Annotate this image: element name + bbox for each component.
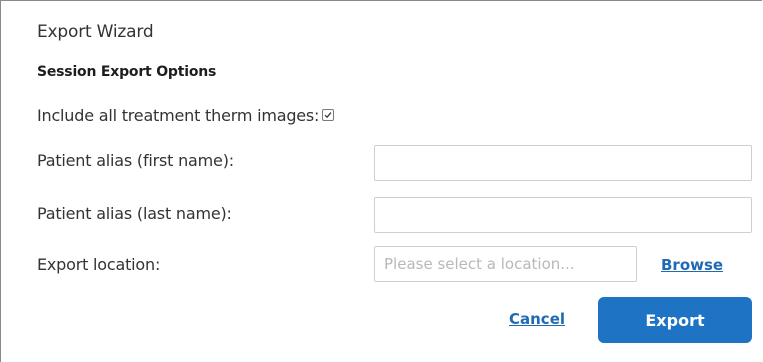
first-name-label: Patient alias (first name):: [37, 151, 234, 170]
checkmark-icon: [324, 112, 332, 119]
section-title: Session Export Options: [37, 64, 217, 80]
cancel-button[interactable]: Cancel: [509, 310, 565, 328]
last-name-label: Patient alias (last name):: [37, 204, 232, 223]
dialog-title: Export Wizard: [37, 22, 154, 42]
export-location-label: Export location:: [37, 255, 161, 274]
include-images-checkbox[interactable]: [322, 109, 335, 121]
browse-button[interactable]: Browse: [661, 256, 723, 274]
include-images-row: Include all treatment therm images:: [37, 104, 335, 126]
last-name-field[interactable]: [374, 197, 752, 233]
export-wizard-dialog: Export Wizard Session Export Options Inc…: [0, 0, 762, 362]
include-images-label: Include all treatment therm images:: [37, 105, 320, 125]
export-button[interactable]: Export: [598, 297, 752, 343]
first-name-field[interactable]: [374, 145, 752, 181]
export-location-field[interactable]: [374, 246, 637, 282]
